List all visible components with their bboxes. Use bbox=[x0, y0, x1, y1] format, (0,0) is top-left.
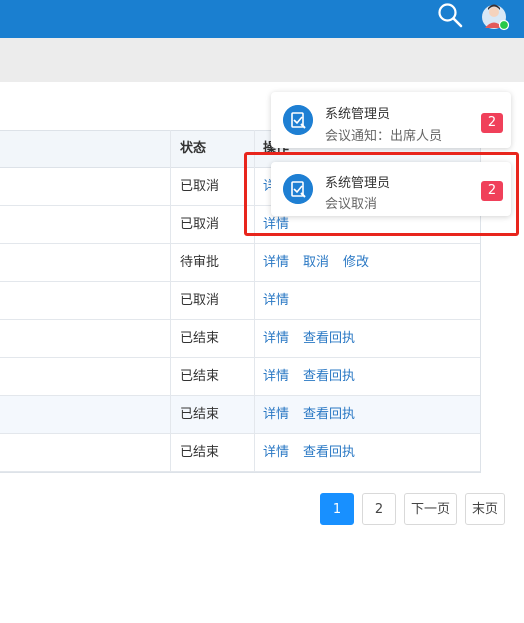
ops-cell: 详情 查看回执 bbox=[263, 358, 369, 396]
row-op-link[interactable]: 查看回执 bbox=[303, 407, 355, 422]
highlight-frame bbox=[244, 152, 519, 236]
table-row: 已结束 详情 查看回执 bbox=[0, 434, 480, 472]
ops-cell: 详情 查看回执 bbox=[263, 320, 369, 358]
ops-cell: 详情 查看回执 bbox=[263, 396, 369, 434]
row-op-link[interactable]: 查看回执 bbox=[303, 445, 355, 460]
status-cell: 已结束 bbox=[180, 369, 220, 384]
status-cell: 已取消 bbox=[180, 217, 220, 232]
status-cell: 已取消 bbox=[180, 293, 220, 308]
status-cell: 已结束 bbox=[180, 331, 220, 346]
notification-title: 系统管理员 bbox=[325, 107, 391, 122]
search-icon[interactable] bbox=[437, 2, 463, 28]
last-page-button[interactable]: 末页 bbox=[465, 493, 505, 525]
ops-cell: 详情 bbox=[263, 282, 303, 320]
status-cell: 已结束 bbox=[180, 407, 220, 422]
table-row: 已结束 详情 查看回执 bbox=[0, 396, 480, 434]
row-op-link[interactable]: 取消 bbox=[303, 255, 329, 270]
row-op-link[interactable]: 详情 bbox=[263, 255, 289, 270]
header-status: 状态 bbox=[180, 141, 207, 156]
notification-count-badge: 2 bbox=[481, 113, 503, 133]
top-bar bbox=[0, 0, 524, 38]
page-2-button[interactable]: 2 bbox=[362, 493, 396, 525]
sub-toolbar bbox=[0, 38, 524, 82]
row-op-link[interactable]: 修改 bbox=[343, 255, 369, 270]
meeting-icon bbox=[283, 105, 313, 135]
page-1-button[interactable]: 1 bbox=[320, 493, 354, 525]
status-cell: 待审批 bbox=[180, 255, 220, 270]
row-op-link[interactable]: 详情 bbox=[263, 407, 289, 422]
table-row: 已结束 详情 查看回执 bbox=[0, 320, 480, 358]
notification-desc: 会议通知：出席人员 bbox=[325, 129, 443, 144]
row-op-link[interactable]: 查看回执 bbox=[303, 331, 355, 346]
next-page-button[interactable]: 下一页 bbox=[404, 493, 457, 525]
row-op-link[interactable]: 详情 bbox=[263, 369, 289, 384]
row-op-link[interactable]: 详情 bbox=[263, 293, 289, 308]
status-cell: 已结束 bbox=[180, 445, 220, 460]
table-row: 已取消 详情 bbox=[0, 282, 480, 320]
row-op-link[interactable]: 详情 bbox=[263, 331, 289, 346]
status-cell: 已取消 bbox=[180, 179, 220, 194]
notification-card[interactable]: 系统管理员 会议通知：出席人员 2 bbox=[271, 92, 511, 148]
column-divider bbox=[170, 130, 171, 472]
ops-cell: 详情 查看回执 bbox=[263, 434, 369, 472]
table-row: 待审批 详情 取消 修改 bbox=[0, 244, 480, 282]
table-row: 已结束 详情 查看回执 bbox=[0, 358, 480, 396]
user-avatar[interactable] bbox=[480, 1, 510, 31]
row-op-link[interactable]: 详情 bbox=[263, 445, 289, 460]
ops-cell: 详情 取消 修改 bbox=[263, 244, 383, 282]
row-op-link[interactable]: 查看回执 bbox=[303, 369, 355, 384]
